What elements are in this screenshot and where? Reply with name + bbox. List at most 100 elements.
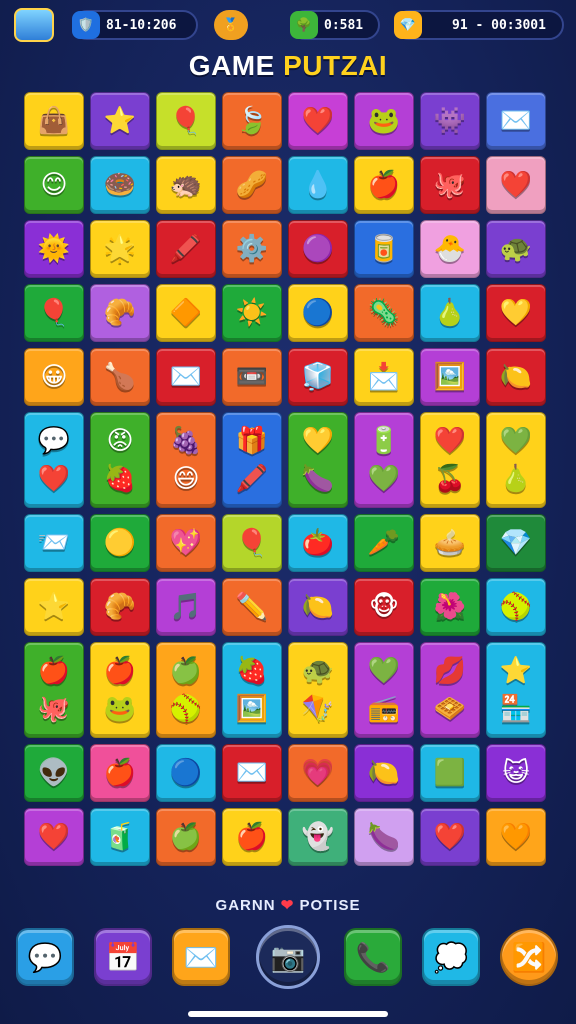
apple-ball-tile[interactable]: 🍏 🥎 [156, 642, 216, 738]
battery-disc-tile[interactable]: 🔋 💚 [354, 412, 414, 508]
tile-heart-icon[interactable]: ❤️ [486, 156, 546, 214]
tile-jar-icon[interactable]: 🥫 [354, 220, 414, 278]
speech-heart-tile[interactable]: 💬 ❤️ [24, 412, 84, 508]
tile-balloon-icon[interactable]: 🎈 [24, 284, 84, 342]
apple-frog-tile[interactable]: 🍎 🐸 [90, 642, 150, 738]
tile-monster-icon[interactable]: 👾 [420, 92, 480, 150]
tile-cat-icon[interactable]: 😺 [486, 744, 546, 802]
tile-octopus-icon[interactable]: 🐙 [420, 156, 480, 214]
tile-heart-icon[interactable]: 💗 [288, 744, 348, 802]
tile-envelope-icon[interactable]: 📩 [354, 348, 414, 406]
tile-ball-icon[interactable]: 🥎 [486, 578, 546, 636]
mail-button[interactable]: ✉️ [172, 928, 230, 986]
tile-peanut-icon[interactable]: 🥜 [222, 156, 282, 214]
tile-drop-icon[interactable]: 💧 [288, 156, 348, 214]
tile-envelope-icon[interactable]: ✉️ [156, 348, 216, 406]
heart-pear-tile[interactable]: 💚 🍐 [486, 412, 546, 508]
tile-ghost-icon[interactable]: 👻 [288, 808, 348, 866]
tile-heart-icon[interactable]: 🧡 [486, 808, 546, 866]
bush-counter[interactable]: 🌳 0:581 [290, 10, 380, 40]
tile-apple-icon[interactable]: 🍎 [90, 744, 150, 802]
tile-drumstick-icon[interactable]: 🍗 [90, 348, 150, 406]
star-shop-tile[interactable]: ⭐ 🏪 [486, 642, 546, 738]
tile-spiky-icon[interactable]: 🦔 [156, 156, 216, 214]
tile-sunflower-icon[interactable]: 🌟 [90, 220, 150, 278]
tile-yellow-balloon-icon[interactable]: 🟡 [90, 514, 150, 572]
tile-sun-icon[interactable]: ☀️ [222, 284, 282, 342]
tile-diamond-icon[interactable]: 🔶 [156, 284, 216, 342]
turtle-kite-tile[interactable]: 🐢 🪁 [288, 642, 348, 738]
tile-heart-icon[interactable]: 💖 [156, 514, 216, 572]
tile-blue-ball-icon[interactable]: 🔵 [288, 284, 348, 342]
home-indicator[interactable] [188, 1011, 388, 1017]
tile-tape-icon[interactable]: 📼 [222, 348, 282, 406]
tile-balloon-icon[interactable]: 🎈 [156, 92, 216, 150]
heart-eggplant-tile[interactable]: 💛 🍆 [288, 412, 348, 508]
tile-heart-icon[interactable]: 💛 [486, 284, 546, 342]
chat-button[interactable]: 💬 [16, 928, 74, 986]
tile-smiley-icon[interactable]: 😊 [24, 156, 84, 214]
tile-apple-icon[interactable]: 🍎 [222, 808, 282, 866]
shield-counter[interactable]: 🛡️ 81-10:206 [72, 10, 198, 40]
phone-button[interactable]: 📞 [344, 928, 402, 986]
tile-envelope-icon[interactable]: ✉️ [222, 744, 282, 802]
tile-envelope-icon[interactable]: ✉️ [486, 92, 546, 150]
tile-lemon-icon[interactable]: 🍋 [288, 578, 348, 636]
tile-music-icon[interactable]: 🎵 [156, 578, 216, 636]
tile-star-icon[interactable]: ⭐ [90, 92, 150, 150]
heart-cherry-tile[interactable]: ❤️ 🍒 [420, 412, 480, 508]
tile-diamond-icon[interactable]: 💎 [486, 514, 546, 572]
tile-cube-icon[interactable]: 🧊 [288, 348, 348, 406]
tile-purple-ball-icon[interactable]: 🟣 [288, 220, 348, 278]
tile-tomato-icon[interactable]: 🍅 [288, 514, 348, 572]
tile-heart-icon[interactable]: ❤️ [288, 92, 348, 150]
tile-chick-icon[interactable]: 🐣 [420, 220, 480, 278]
tile-crayon-icon[interactable]: 🖍️ [156, 220, 216, 278]
heart-radio-tile[interactable]: 💚 📻 [354, 642, 414, 738]
badge-button[interactable]: 🏅 [214, 10, 248, 40]
tile-heart-icon[interactable]: ❤️ [420, 808, 480, 866]
strawberry-frame-tile[interactable]: 🍓 🖼️ [222, 642, 282, 738]
share-button[interactable]: 🔀 [500, 928, 558, 986]
tile-pencil-icon[interactable]: ✏️ [222, 578, 282, 636]
grape-sun-tile[interactable]: 🍇 😄 [156, 412, 216, 508]
tile-alien-icon[interactable]: 👽 [24, 744, 84, 802]
tile-germ-icon[interactable]: 🦠 [354, 284, 414, 342]
calendar-button[interactable]: 📅 [94, 928, 152, 986]
tile-monkey-icon[interactable]: 🐵 [354, 578, 414, 636]
tile-picture-icon[interactable]: 🖼️ [420, 348, 480, 406]
tile-diamond-icon[interactable]: 🟩 [420, 744, 480, 802]
tile-flower-icon[interactable]: 🌺 [420, 578, 480, 636]
tile-frog-icon[interactable]: 🐸 [354, 92, 414, 150]
tile-croissant-icon[interactable]: 🥐 [90, 284, 150, 342]
game-logo[interactable] [14, 8, 54, 42]
tile-carrot-icon[interactable]: 🥕 [354, 514, 414, 572]
tile-blue-ball-icon[interactable]: 🔵 [156, 744, 216, 802]
gift-crayon-tile[interactable]: 🎁 🖍️ [222, 412, 282, 508]
tile-apple-icon[interactable]: 🍎 [354, 156, 414, 214]
tile-apple-icon[interactable]: 🍏 [156, 808, 216, 866]
gem-counter[interactable]: 💎 91 - 00:3001 [394, 10, 564, 40]
tile-gear-icon[interactable]: ⚙️ [222, 220, 282, 278]
tile-lemon-icon[interactable]: 🍋 [486, 348, 546, 406]
tile-lemon-icon[interactable]: 🍋 [354, 744, 414, 802]
tile-pear-icon[interactable]: 🍐 [420, 284, 480, 342]
tile-leaf-icon[interactable]: 🍃 [222, 92, 282, 150]
message-button[interactable]: 💭 [422, 928, 480, 986]
tile-turtle-icon[interactable]: 🐢 [486, 220, 546, 278]
tile-juice-icon[interactable]: 🧃 [90, 808, 150, 866]
lips-waffle-tile[interactable]: 💋 🧇 [420, 642, 480, 738]
face-strawberry-tile[interactable]: 😡 🍓 [90, 412, 150, 508]
tile-bag-icon[interactable]: 👜 [24, 92, 84, 150]
tile-donut-icon[interactable]: 🍩 [90, 156, 150, 214]
tile-balloon-icon[interactable]: 🎈 [222, 514, 282, 572]
camera-button[interactable]: 📷 [256, 925, 320, 989]
tile-smiley-icon[interactable]: 😀 [24, 348, 84, 406]
tile-pie-icon[interactable]: 🥧 [420, 514, 480, 572]
tile-eggplant-icon[interactable]: 🍆 [354, 808, 414, 866]
tile-envelope-icon[interactable]: 📨 [24, 514, 84, 572]
tile-star-icon[interactable]: ⭐ [24, 578, 84, 636]
apple-blob-tile[interactable]: 🍎 🐙 [24, 642, 84, 738]
tile-heart-icon[interactable]: ❤️ [24, 808, 84, 866]
tile-croissant-icon[interactable]: 🥐 [90, 578, 150, 636]
